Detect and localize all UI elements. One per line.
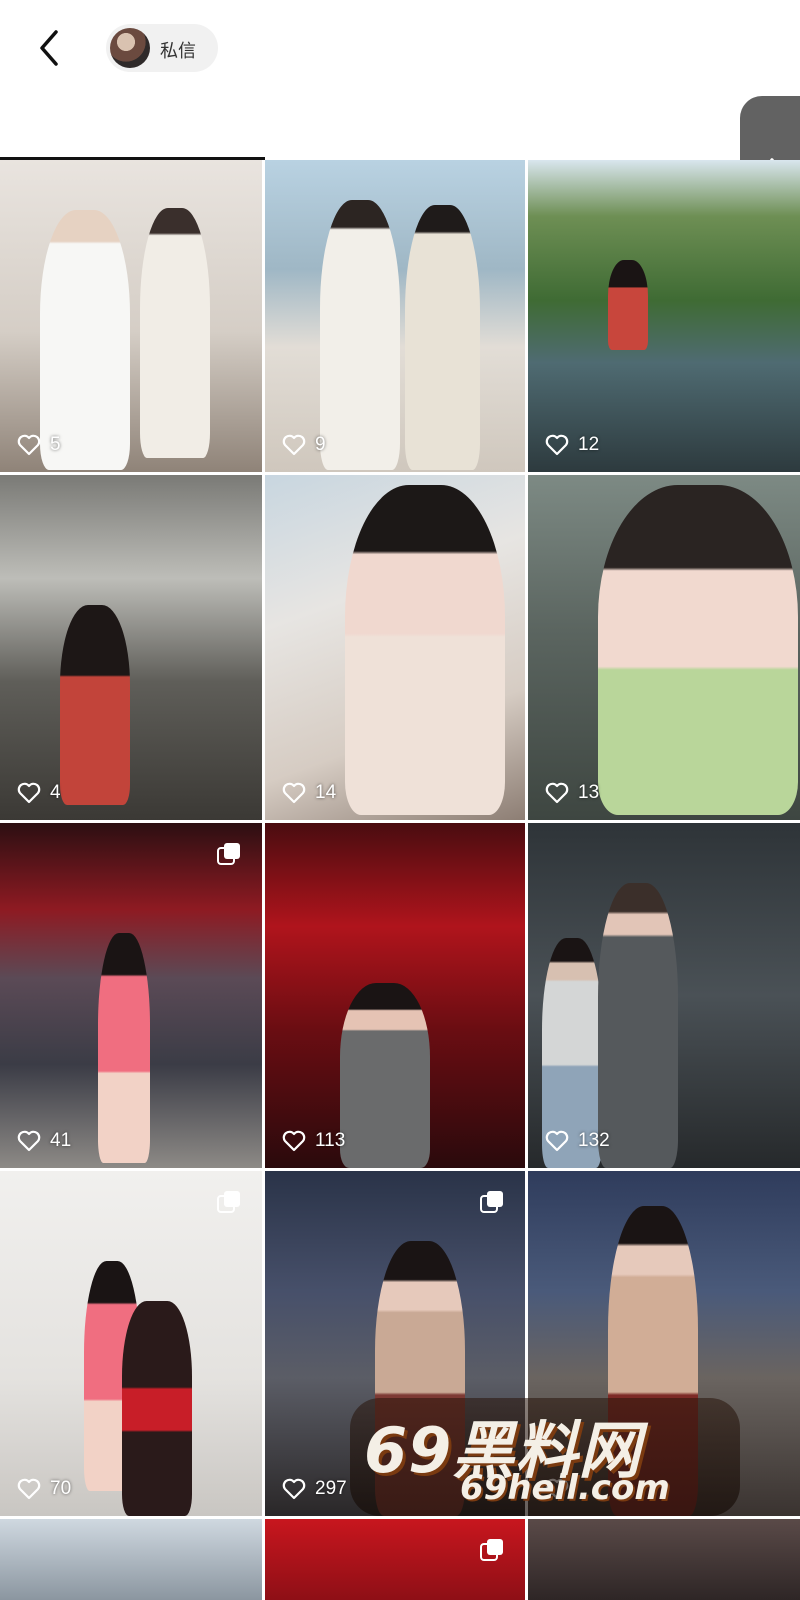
- multi-image-icon: [217, 1191, 240, 1213]
- direct-message-button[interactable]: 私信: [106, 24, 218, 72]
- post-tile[interactable]: 12: [528, 160, 800, 472]
- post-tile[interactable]: 41: [0, 823, 262, 1168]
- like-count: 297: [315, 1478, 347, 1499]
- direct-message-label: 私信: [160, 41, 196, 62]
- photo-figure: [60, 605, 130, 805]
- multi-image-icon: [217, 843, 240, 865]
- post-tile[interactable]: [528, 1519, 800, 1600]
- photo-figure: [140, 208, 210, 458]
- post-tile[interactable]: 113: [265, 823, 525, 1168]
- heart-icon: [282, 1130, 306, 1152]
- heart-icon: [17, 1130, 41, 1152]
- photo-figure: [340, 983, 430, 1168]
- like-count: 13: [578, 782, 600, 803]
- photo-figure: [98, 933, 150, 1163]
- photo-figure: [405, 205, 480, 470]
- like-count: 5: [50, 434, 61, 455]
- avatar: [110, 28, 150, 68]
- heart-icon: [545, 782, 569, 804]
- photo-figure: [598, 485, 798, 815]
- watermark-url: 69heil.com: [460, 1468, 670, 1508]
- post-tile[interactable]: 9: [265, 160, 525, 472]
- like-count: 132: [578, 1130, 610, 1151]
- like-count: 41: [50, 1130, 72, 1151]
- heart-icon: [17, 434, 41, 456]
- site-watermark: 69黑料网 69heil.com: [350, 1398, 740, 1516]
- post-tile[interactable]: [0, 1519, 262, 1600]
- multi-image-icon: [480, 1539, 503, 1561]
- heart-icon: [282, 434, 306, 456]
- heart-icon: [545, 1130, 569, 1152]
- photo-figure: [598, 883, 678, 1168]
- like-count: 70: [50, 1478, 72, 1499]
- heart-icon: [17, 1478, 41, 1500]
- like-count: 113: [315, 1130, 346, 1151]
- photo-figure: [345, 485, 505, 815]
- like-count: 4: [50, 782, 61, 803]
- like-count: 14: [315, 782, 337, 803]
- post-tile[interactable]: 13: [528, 475, 800, 820]
- photo-figure: [320, 200, 400, 470]
- post-grid: 5 9 12 4 14 13 41 113 132 70 297: [0, 160, 800, 1600]
- like-count: 12: [578, 434, 600, 455]
- photo-figure: [40, 210, 130, 470]
- post-tile[interactable]: 132: [528, 823, 800, 1168]
- post-tile[interactable]: [265, 1519, 525, 1600]
- photo-figure: [122, 1301, 192, 1516]
- post-tile[interactable]: 5: [0, 160, 262, 472]
- back-arrow-icon[interactable]: [32, 26, 72, 70]
- post-tile[interactable]: 14: [265, 475, 525, 820]
- multi-image-icon: [480, 1191, 503, 1213]
- photo-figure: [608, 260, 648, 350]
- like-count: 9: [315, 434, 326, 455]
- heart-icon: [282, 782, 306, 804]
- top-bar: 私信: [0, 0, 800, 160]
- post-tile[interactable]: 4: [0, 475, 262, 820]
- heart-icon: [282, 1478, 306, 1500]
- heart-icon: [545, 434, 569, 456]
- heart-icon: [17, 782, 41, 804]
- post-tile[interactable]: 70: [0, 1171, 262, 1516]
